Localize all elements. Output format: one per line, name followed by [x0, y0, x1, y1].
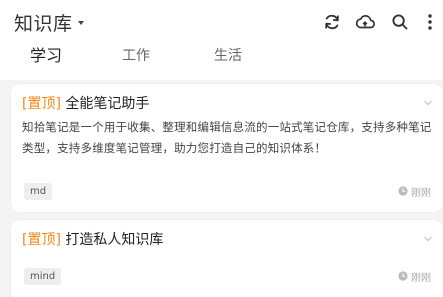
tab-life[interactable]: 生活: [208, 45, 248, 67]
note-excerpt: 知拾笔记是一个用于收集、整理和编辑信息流的一站式笔记仓库，支持多种笔记类型，支持…: [22, 120, 432, 155]
note-title: [置顶] 全能笔记助手: [22, 94, 149, 114]
caret-down-icon: [77, 21, 84, 25]
page-title: 知识库: [14, 12, 73, 35]
pinned-label: [置顶]: [22, 96, 61, 112]
chevron-down-icon[interactable]: [423, 98, 433, 108]
note-timestamp: 刚刚: [398, 269, 431, 284]
app-window: 知识库 学习 工作 生活 [置顶] 全能笔记助手 知拾笔记是一个用于收集、整理和…: [0, 0, 443, 297]
clock-icon: [398, 271, 408, 281]
note-timestamp: 刚刚: [398, 184, 431, 199]
chevron-down-icon[interactable]: [423, 234, 433, 244]
note-type-tag: mind: [24, 268, 62, 285]
note-type-tag: md: [24, 183, 53, 200]
tab-work[interactable]: 工作: [116, 45, 156, 67]
kb-selector[interactable]: 知识库: [14, 9, 84, 35]
cloud-icon[interactable]: [354, 11, 376, 33]
note-card[interactable]: [置顶] 全能笔记助手 知拾笔记是一个用于收集、整理和编辑信息流的一站式笔记仓库…: [11, 84, 443, 212]
note-card[interactable]: [置顶] 打造私人知识库 mind 刚刚: [11, 220, 443, 297]
timestamp-text: 刚刚: [411, 272, 431, 284]
more-icon[interactable]: [419, 11, 441, 33]
note-title-text: 全能笔记助手: [65, 96, 150, 112]
search-icon[interactable]: [389, 11, 411, 33]
tab-study[interactable]: 学习: [26, 45, 66, 67]
timestamp-text: 刚刚: [411, 187, 431, 199]
tab-bar: 学习 工作 生活: [0, 40, 443, 74]
note-title: [置顶] 打造私人知识库: [22, 230, 163, 250]
pinned-label: [置顶]: [22, 232, 61, 248]
clock-icon: [398, 186, 408, 196]
top-bar: 知识库 学习 工作 生活: [0, 0, 443, 80]
sync-icon[interactable]: [321, 11, 343, 33]
note-title-text: 打造私人知识库: [65, 232, 164, 248]
